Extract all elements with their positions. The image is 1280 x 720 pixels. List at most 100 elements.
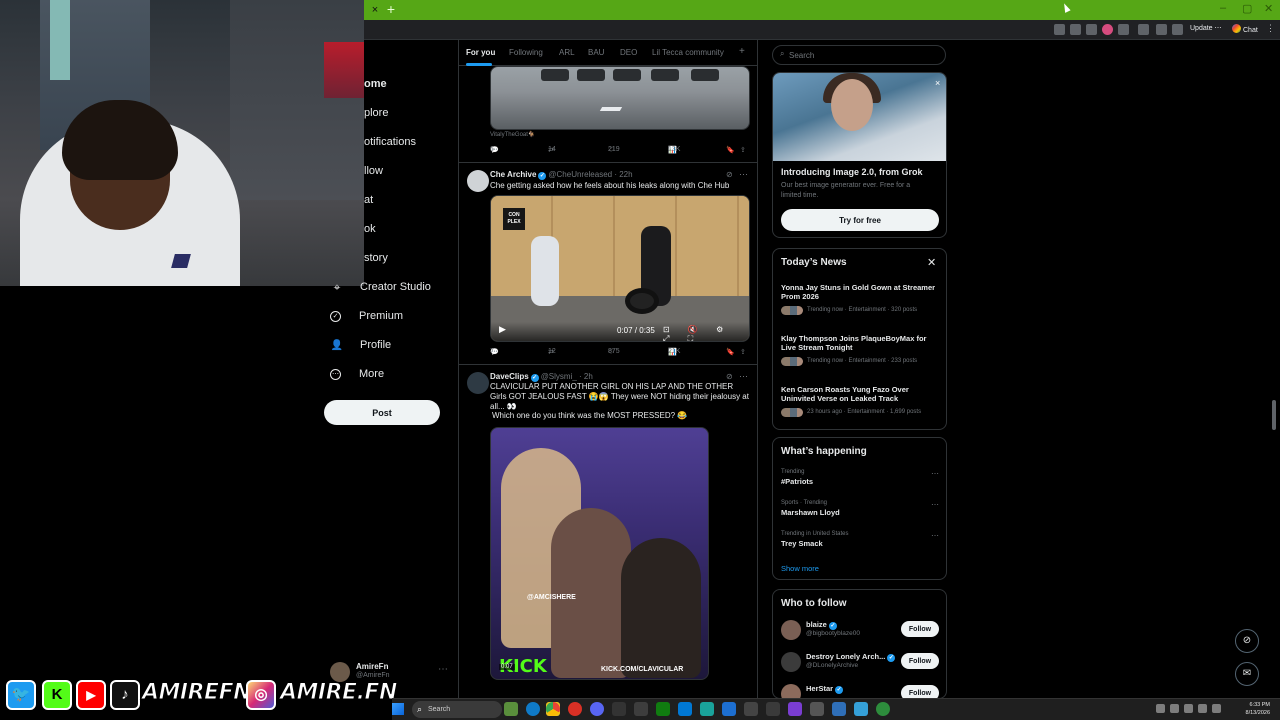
follow-suggestion[interactable]: Destroy Lonely Arch... ✓ @DLonelyArchive … xyxy=(781,650,941,676)
taskbar-clock[interactable]: 6:33 PM 8/13/2026 xyxy=(1230,701,1270,717)
tab-deo[interactable]: DEO xyxy=(620,48,637,57)
tweet-author[interactable]: DaveClips ✓ @Slysmi_ · 2h xyxy=(490,372,593,382)
app-icon[interactable] xyxy=(700,702,714,716)
sidebar-item-chat[interactable]: at xyxy=(364,188,373,212)
sidebar-item-follow[interactable]: llow xyxy=(364,159,383,183)
copilot-chat-button[interactable]: Chat xyxy=(1232,24,1258,34)
follow-suggestion[interactable]: blaize ✓ @bigbootyblaze00 Follow xyxy=(781,618,941,644)
tab-lil-tecca-community[interactable]: Lil Tecca community xyxy=(652,48,724,57)
post-button[interactable]: Post xyxy=(324,400,440,425)
sidebar-item-explore[interactable]: plore xyxy=(364,101,388,125)
sidebar-item-notifications[interactable]: otifications xyxy=(364,130,416,154)
chrome-icon[interactable] xyxy=(546,702,560,716)
trend-item[interactable]: Sports · Trending Marshawn Lloyd ⋯ xyxy=(781,500,941,524)
sidebar-item-premium[interactable]: ✓ Premium xyxy=(330,304,403,328)
tab-following[interactable]: Following xyxy=(509,48,543,57)
bookmark-icon[interactable]: 🔖 xyxy=(726,348,735,356)
news-item[interactable]: Yonna Jay Stuns in Gold Gown at Streamer… xyxy=(781,283,941,315)
tweet-video[interactable]: CON PLEX ▶ 0:07 / 0:35 ⊡ 🔇 ⚙ ⤢ ⛶ xyxy=(490,195,750,342)
try-for-free-button[interactable]: Try for free xyxy=(781,209,939,231)
play-icon[interactable]: ▶ xyxy=(499,324,506,335)
trend-more-icon[interactable]: ⋯ xyxy=(931,469,939,478)
share-icon[interactable]: ⇪ xyxy=(740,348,746,356)
xbox-icon[interactable] xyxy=(656,702,670,716)
browser-app-icon[interactable] xyxy=(568,702,582,716)
sidebar-item-more[interactable]: ⋯ More xyxy=(330,362,384,386)
sidebar-item-creator-studio[interactable]: ⌖ Creator Studio xyxy=(330,275,431,299)
maximize-button[interactable]: ▢ xyxy=(1242,2,1252,15)
media-app-icon[interactable] xyxy=(634,702,648,716)
terminal-icon[interactable] xyxy=(612,702,626,716)
tweet-author[interactable]: Che Archive ✓ @CheUnreleased · 22h xyxy=(490,170,633,180)
search-input[interactable] xyxy=(789,48,939,62)
tab-bau[interactable]: BAU xyxy=(588,48,604,57)
discord-icon[interactable] xyxy=(590,702,604,716)
settings-icon[interactable] xyxy=(810,702,824,716)
extension-icon[interactable] xyxy=(1054,24,1065,35)
video-control-icons[interactable]: ⊡ 🔇 ⚙ ⤢ ⛶ xyxy=(663,325,749,341)
sidebar-item-grok[interactable]: ok xyxy=(364,217,376,241)
avatar[interactable] xyxy=(467,170,489,192)
close-icon[interactable]: ✕ xyxy=(927,256,936,269)
tweet-more-icon[interactable]: ⋯ xyxy=(739,169,748,180)
bookmark-star-icon[interactable] xyxy=(1086,24,1097,35)
follow-suggestion[interactable]: HerStar ✓ Follow xyxy=(781,682,941,698)
tweet-media-image[interactable] xyxy=(490,66,750,130)
follow-button[interactable]: Follow xyxy=(901,621,939,637)
windows-start-icon[interactable] xyxy=(392,703,404,715)
new-tab-button[interactable]: + xyxy=(384,2,398,16)
profile-icon[interactable] xyxy=(1172,24,1183,35)
trend-item[interactable]: Trending in United States Trey Smack ⋯ xyxy=(781,531,941,555)
tweet-more-icon[interactable]: ⋯ xyxy=(739,371,748,382)
trend-more-icon[interactable]: ⋯ xyxy=(931,500,939,509)
app-icon[interactable] xyxy=(854,702,868,716)
app-icon[interactable] xyxy=(744,702,758,716)
store-icon[interactable] xyxy=(678,702,692,716)
page-scrollbar[interactable] xyxy=(1272,400,1276,430)
taskbar-search[interactable]: Search xyxy=(412,701,502,718)
grok-icon[interactable]: ⊘ xyxy=(726,170,733,179)
grok-icon[interactable]: ⊘ xyxy=(726,372,733,381)
browser-menu-icon[interactable]: ⋮ xyxy=(1266,23,1275,34)
news-item[interactable]: Ken Carson Roasts Yung Fazo Over Uninvit… xyxy=(781,385,941,417)
close-window-button[interactable]: ✕ xyxy=(1264,2,1273,15)
trend-more-icon[interactable]: ⋯ xyxy=(931,531,939,540)
tab-close-button[interactable]: × xyxy=(368,3,382,17)
tab-for-you[interactable]: For you xyxy=(466,48,495,57)
network-icon[interactable] xyxy=(1198,704,1207,713)
account-more-icon[interactable]: ⋯ xyxy=(438,664,448,675)
grok-fab-icon[interactable]: ⊘ xyxy=(1235,629,1259,653)
close-icon[interactable]: × xyxy=(935,78,940,88)
follow-button[interactable]: Follow xyxy=(901,653,939,669)
add-tab-button[interactable]: + xyxy=(739,46,745,57)
app-icon[interactable] xyxy=(876,702,890,716)
messages-fab-icon[interactable]: ✉ xyxy=(1235,662,1259,686)
favorites-icon[interactable] xyxy=(1156,24,1167,35)
tab-arl[interactable]: ARL xyxy=(559,48,575,57)
edge-icon[interactable] xyxy=(526,702,540,716)
tray-chevron-icon[interactable] xyxy=(1156,704,1165,713)
app-icon[interactable] xyxy=(832,702,846,716)
app-icon[interactable] xyxy=(788,702,802,716)
extension-icon[interactable] xyxy=(1070,24,1081,35)
app-icon[interactable] xyxy=(722,702,736,716)
tray-icon[interactable] xyxy=(1184,704,1193,713)
share-icon[interactable]: ⇪ xyxy=(740,146,746,154)
extension-icon[interactable] xyxy=(1118,24,1129,35)
sidebar-item-history[interactable]: story xyxy=(364,246,388,270)
follow-button[interactable]: Follow xyxy=(901,685,939,698)
minimize-button[interactable]: – xyxy=(1220,2,1226,14)
avatar[interactable] xyxy=(467,372,489,394)
sidebar-item-home[interactable]: ome xyxy=(364,72,387,96)
extension-icon[interactable] xyxy=(1138,24,1149,35)
news-item[interactable]: Klay Thompson Joins PlaqueBoyMax for Liv… xyxy=(781,334,941,366)
volume-icon[interactable] xyxy=(1212,704,1221,713)
search-box[interactable]: ⌕ xyxy=(772,45,946,65)
bookmark-icon[interactable]: 🔖 xyxy=(726,146,735,154)
update-button[interactable]: Update ⋯ xyxy=(1190,24,1222,32)
trend-item[interactable]: Trending #Patriots ⋯ xyxy=(781,469,941,493)
tray-icon[interactable] xyxy=(1170,704,1179,713)
taskbar-app-icon[interactable] xyxy=(504,702,518,716)
extension-icon[interactable] xyxy=(1102,24,1113,35)
sidebar-item-profile[interactable]: 👤 Profile xyxy=(330,333,391,357)
